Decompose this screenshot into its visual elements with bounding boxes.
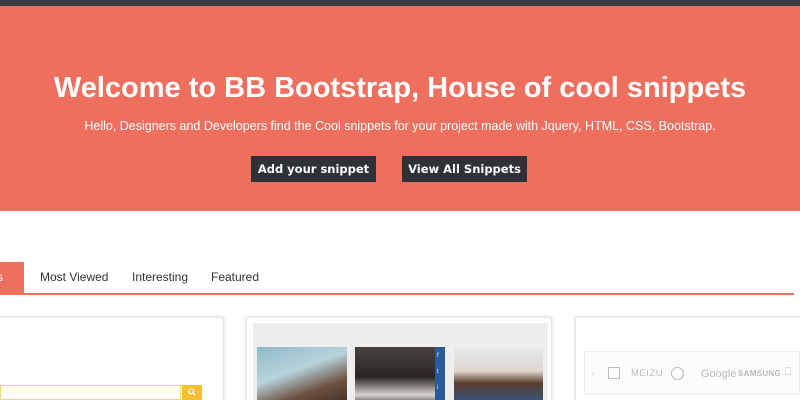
search-input[interactable] <box>0 385 181 400</box>
hero-subtitle: Hello, Designers and Developers find the… <box>84 119 716 133</box>
facebook-icon[interactable]: f <box>437 353 443 359</box>
add-snippet-button[interactable]: Add your snippet <box>251 156 376 182</box>
tab-label: ets <box>0 262 24 293</box>
meizu-logo: MEIZU <box>631 368 664 379</box>
chevron-left-icon[interactable]: ‹ <box>592 368 595 378</box>
search-icon <box>188 388 196 396</box>
samsung-logo: SAMSUNG <box>738 369 781 378</box>
twitter-icon[interactable]: t <box>437 369 443 375</box>
gallery-photo-man-suit <box>355 347 435 400</box>
google-logo: Google <box>701 368 737 380</box>
hero-banner: Welcome to BB Bootstrap, House of cool s… <box>0 6 800 211</box>
oneplus-logo-icon <box>608 367 620 379</box>
instagram-icon[interactable]: i <box>437 385 443 391</box>
tabs-underline <box>0 293 794 295</box>
tab-most-viewed[interactable]: Most Viewed <box>40 262 108 294</box>
search-button[interactable] <box>182 385 202 400</box>
view-all-snippets-button[interactable]: View All Snippets <box>402 156 527 182</box>
tab-latest-snippets[interactable]: ets <box>0 262 24 294</box>
tab-featured[interactable]: Featured <box>211 262 259 294</box>
circle-brand-logo-icon <box>671 367 684 380</box>
gallery-photo-man-long-hair <box>257 347 347 400</box>
gallery-photo-man-smiling <box>454 347 543 400</box>
apple-logo-icon:  <box>784 366 792 378</box>
hero-title: Welcome to BB Bootstrap, House of cool s… <box>53 72 747 104</box>
tab-interesting[interactable]: Interesting <box>132 262 188 294</box>
